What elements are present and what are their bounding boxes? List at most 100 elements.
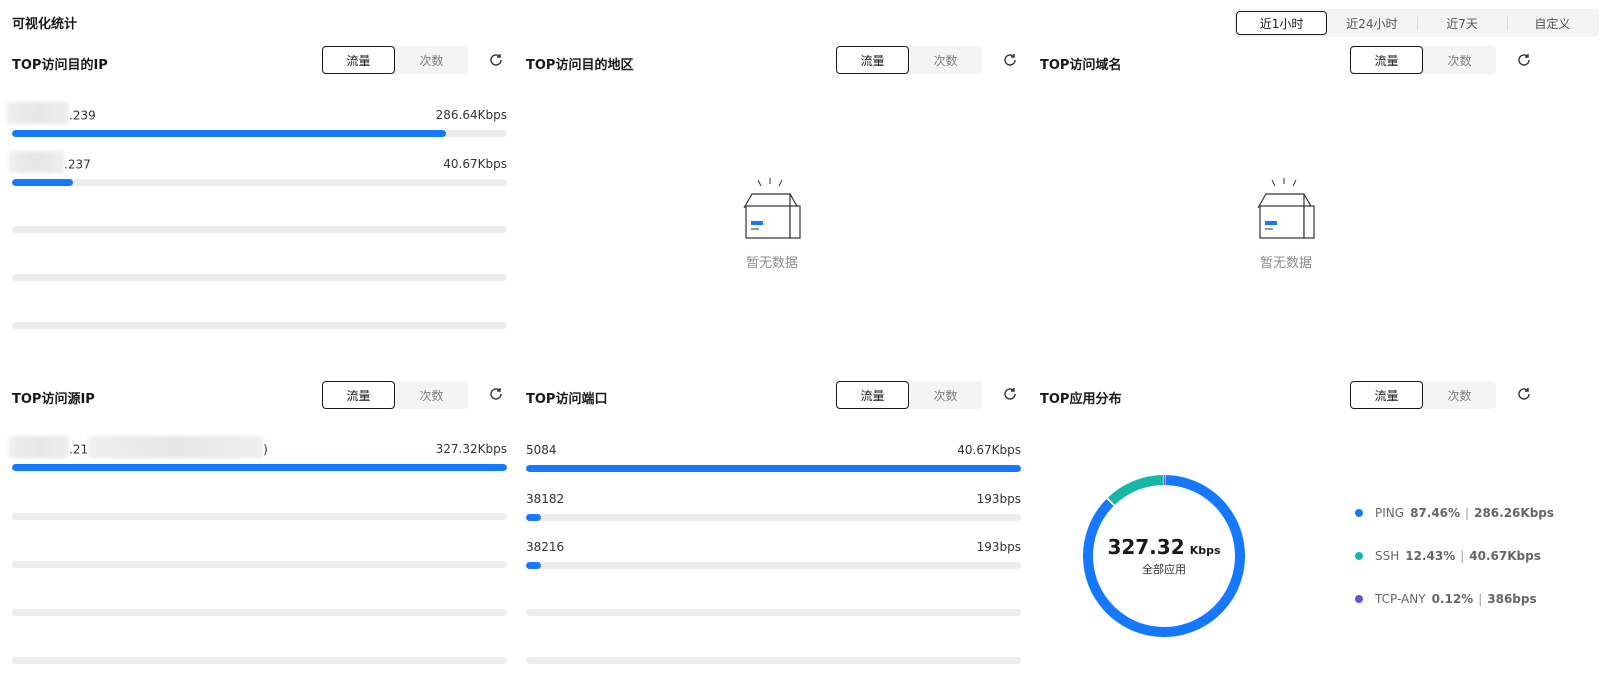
refresh-icon[interactable] (488, 52, 504, 68)
list-item: 5084 40.67Kbps (526, 443, 1026, 483)
traffic-tab[interactable]: 流量 (1350, 46, 1423, 74)
bar-value: 40.67Kbps (957, 443, 1021, 457)
ip-suffix: .21 (69, 442, 89, 457)
bar-value: 40.67Kbps (443, 157, 507, 171)
range-1h-button[interactable]: 近1小时 (1236, 11, 1328, 35)
legend-name: PING (1375, 506, 1405, 520)
list-item: .21) 327.32Kbps (9, 436, 512, 482)
refresh-icon[interactable] (1002, 52, 1018, 68)
panel-title: TOP访问目的地区 (526, 58, 634, 73)
masked-ip (9, 151, 64, 173)
empty-state: 暂无数据 (712, 178, 832, 271)
bar-track (12, 464, 507, 471)
list-item: 38182 193bps (526, 492, 1026, 532)
range-custom-button[interactable]: 自定义 (1508, 11, 1597, 35)
bar-track (12, 179, 507, 186)
metric-toggle: 流量 次数 (322, 46, 468, 74)
legend-item-ssh: SSH 12.43% | 40.67Kbps (1355, 549, 1541, 563)
empty-bar-track (12, 274, 507, 281)
count-tab[interactable]: 次数 (1423, 381, 1496, 409)
port-label: 38182 (526, 492, 565, 506)
masked-ip (7, 102, 69, 124)
legend-percent: 0.12% (1431, 592, 1474, 606)
bar-fill (526, 562, 541, 569)
masked-ip (9, 436, 69, 458)
legend-name: TCP-ANY (1375, 592, 1426, 606)
refresh-icon[interactable] (1002, 386, 1018, 402)
panel-title: TOP访问域名 (1040, 58, 1122, 73)
traffic-tab[interactable]: 流量 (322, 381, 395, 409)
legend-separator: | (1478, 592, 1483, 606)
donut-slice-ssh (1107, 475, 1164, 505)
traffic-tab[interactable]: 流量 (322, 46, 395, 74)
count-tab[interactable]: 次数 (395, 46, 468, 74)
count-tab[interactable]: 次数 (909, 46, 982, 74)
refresh-icon[interactable] (1516, 386, 1532, 402)
total-label: 全部应用 (1142, 563, 1186, 576)
panel-title: TOP应用分布 (1040, 392, 1122, 407)
traffic-tab[interactable]: 流量 (1350, 381, 1423, 409)
legend-percent: 87.46% (1410, 506, 1461, 520)
ip-suffix: .237 (64, 157, 91, 172)
count-tab[interactable]: 次数 (1423, 46, 1496, 74)
label-suffix: ) (263, 442, 268, 457)
traffic-tab[interactable]: 流量 (836, 381, 909, 409)
metric-toggle: 流量 次数 (1350, 46, 1496, 74)
metric-toggle: 流量 次数 (836, 381, 982, 409)
bar-fill (12, 130, 446, 137)
empty-bar-track (12, 561, 507, 568)
total-unit: Kbps (1189, 544, 1221, 557)
bar-track (526, 562, 1021, 569)
empty-bar-track (12, 513, 507, 520)
legend-dot (1355, 595, 1363, 603)
bar-track (12, 130, 507, 137)
empty-bar-track (526, 609, 1021, 616)
page-title: 可视化统计 (12, 17, 78, 32)
legend-dot (1355, 509, 1363, 517)
legend-value: 286.26Kbps (1474, 506, 1555, 520)
legend-name: SSH (1375, 549, 1400, 563)
list-item: .237 40.67Kbps (9, 151, 512, 197)
bar-value: 286.64Kbps (435, 108, 507, 122)
refresh-icon[interactable] (488, 386, 504, 402)
empty-state: 暂无数据 (1226, 178, 1346, 271)
empty-bar-track (12, 657, 507, 664)
bar-fill (12, 179, 74, 186)
refresh-icon[interactable] (1516, 52, 1532, 68)
range-24h-button[interactable]: 近24小时 (1327, 11, 1416, 35)
legend-item-tcp-any: TCP-ANY 0.12% | 386bps (1355, 592, 1537, 606)
bar-value: 327.32Kbps (435, 442, 507, 456)
empty-box-icon (743, 178, 801, 239)
panel-title: TOP访问端口 (526, 392, 608, 407)
port-label: 5084 (526, 443, 557, 457)
legend-separator: | (1460, 549, 1465, 563)
panel-title: TOP访问源IP (12, 392, 95, 407)
legend-dot (1355, 552, 1363, 560)
empty-text: 暂无数据 (745, 256, 798, 271)
legend-value: 40.67Kbps (1469, 549, 1541, 563)
list-item: .239 286.64Kbps (7, 102, 512, 148)
metric-toggle: 流量 次数 (836, 46, 982, 74)
legend-item-ping: PING 87.46% | 286.26Kbps (1355, 506, 1554, 520)
port-label: 38216 (526, 540, 565, 554)
traffic-tab[interactable]: 流量 (836, 46, 909, 74)
count-tab[interactable]: 次数 (909, 381, 982, 409)
list-item: 38216 193bps (526, 540, 1026, 580)
legend-value: 386bps (1487, 592, 1537, 606)
legend-percent: 12.43% (1405, 549, 1456, 563)
bar-value: 193bps (976, 540, 1021, 554)
empty-text: 暂无数据 (1259, 256, 1312, 271)
bar-fill (12, 464, 507, 471)
masked-hostname (88, 436, 264, 458)
empty-bar-track (526, 657, 1021, 664)
empty-bar-track (12, 609, 507, 616)
bar-track (526, 514, 1021, 521)
total-value: 327.32 (1107, 535, 1185, 559)
range-7d-button[interactable]: 近7天 (1418, 11, 1507, 35)
time-range-selector: 近1小时 近24小时 近7天 自定义 (1234, 9, 1599, 37)
bar-fill (526, 514, 541, 521)
count-tab[interactable]: 次数 (395, 381, 468, 409)
metric-toggle: 流量 次数 (322, 381, 468, 409)
panel-title: TOP访问目的IP (12, 58, 108, 73)
metric-toggle: 流量 次数 (1350, 381, 1496, 409)
